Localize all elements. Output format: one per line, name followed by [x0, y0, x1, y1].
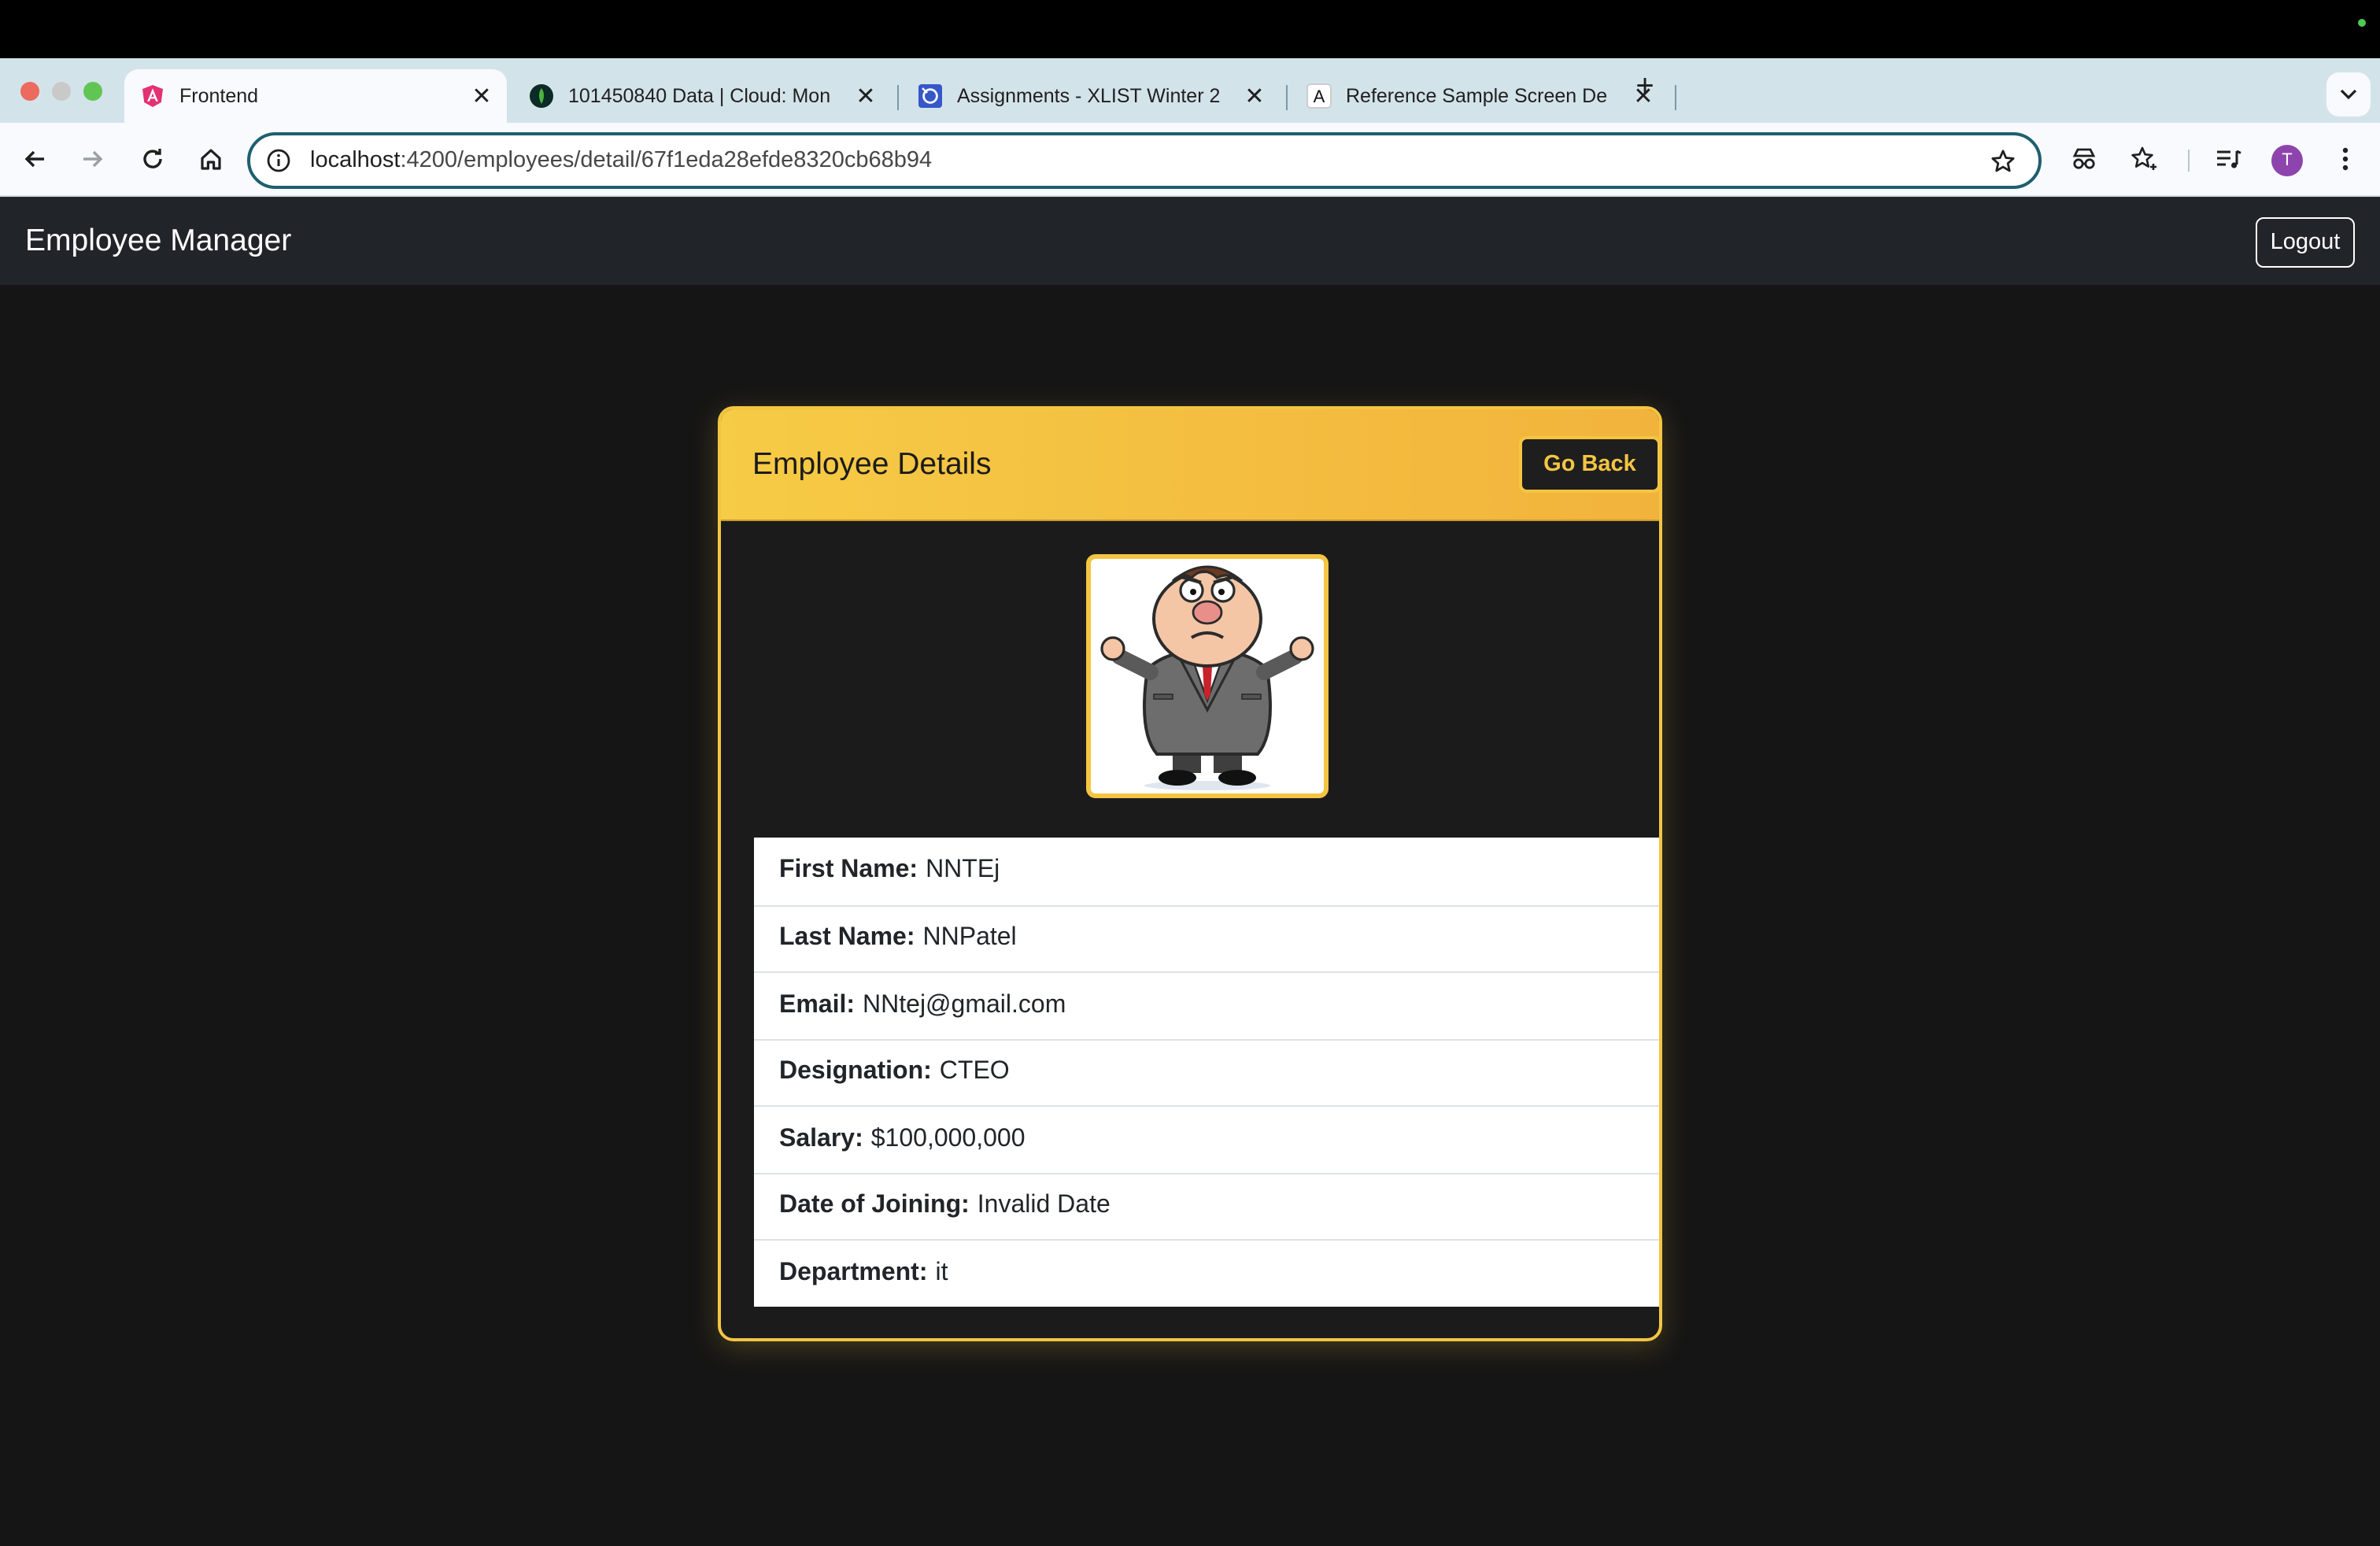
toolbar-divider	[2188, 150, 2190, 172]
detail-value: CTEO	[939, 1058, 1010, 1086]
close-tab-icon[interactable]: ✕	[466, 82, 497, 110]
detail-designation: Designation: CTEO	[754, 1038, 1659, 1105]
svg-text:A: A	[1314, 87, 1325, 106]
employee-photo	[1086, 554, 1329, 798]
detail-date-of-joining: Date of Joining: Invalid Date	[754, 1172, 1659, 1239]
detail-department: Department: it	[754, 1239, 1659, 1306]
app-navbar: Employee Manager Logout	[0, 197, 2380, 285]
employee-detail-list: First Name: NNTEj Last Name: NNPatel Ema…	[754, 838, 1659, 1306]
employee-details-card: Employee Details Go Back First Name: NNT…	[718, 406, 1662, 1341]
tab-title: 101450840 Data | Cloud: Mon	[568, 85, 831, 107]
app-brand[interactable]: Employee Manager	[25, 224, 291, 260]
back-button[interactable]	[16, 140, 54, 178]
tab-frontend[interactable]: Frontend ✕	[124, 69, 507, 123]
mongodb-leaf-icon	[529, 83, 554, 109]
tab-mongodb[interactable]: 101450840 Data | Cloud: Mon ✕	[513, 69, 891, 123]
media-controls-button[interactable]	[2210, 140, 2248, 178]
window-zoom-button[interactable]	[83, 82, 102, 101]
tab-separator	[897, 85, 899, 110]
angular-icon	[140, 83, 165, 109]
tab-title: Assignments - XLIST Winter 2	[957, 85, 1221, 107]
home-button[interactable]	[192, 140, 230, 178]
forward-button[interactable]	[74, 140, 112, 178]
tab-assignments[interactable]: Assignments - XLIST Winter 2 ✕	[902, 69, 1280, 123]
url-host: localhost	[310, 148, 401, 173]
arrow-left-icon	[24, 150, 44, 168]
detail-label: Last Name:	[779, 924, 915, 952]
close-tab-icon[interactable]: ✕	[850, 82, 881, 110]
card-title: Employee Details	[752, 447, 992, 482]
detail-value: Invalid Date	[977, 1192, 1111, 1219]
card-header: Employee Details Go Back	[721, 409, 1659, 521]
bookmarks-button[interactable]	[2125, 140, 2163, 178]
go-back-button[interactable]: Go Back	[1519, 436, 1659, 493]
playlist-icon	[2217, 150, 2241, 168]
reload-button[interactable]	[134, 140, 172, 178]
detail-email: Email: NNtej@gmail.com	[754, 971, 1659, 1038]
logout-button[interactable]: Logout	[2256, 217, 2355, 268]
new-tab-icon[interactable]: +	[1629, 69, 1661, 105]
detail-value: it	[935, 1259, 948, 1286]
detail-label: Designation:	[779, 1058, 932, 1086]
incognito-extension-button[interactable]	[2065, 140, 2103, 178]
address-bar[interactable]: localhost:4200/employees/detail/67f1eda2…	[247, 132, 2042, 189]
reload-icon	[143, 149, 162, 168]
detail-label: Salary:	[779, 1125, 863, 1152]
tab-strip: Frontend ✕ 101450840 Data | Cloud: Mon ✕…	[0, 58, 2380, 123]
browser-toolbar: localhost:4200/employees/detail/67f1eda2…	[0, 123, 2380, 197]
tab-title: Reference Sample Screen De	[1346, 85, 1608, 107]
detail-label: Department:	[779, 1259, 928, 1286]
url-text: localhost:4200/employees/detail/67f1eda2…	[310, 148, 932, 173]
detail-label: Email:	[779, 991, 856, 1019]
arrow-right-icon	[83, 150, 103, 168]
recording-indicator	[2358, 19, 2366, 27]
page-content: Employee Manager Logout Employee Details…	[0, 197, 2380, 1546]
angry-businessman-illustration	[1100, 565, 1314, 790]
detail-value: NNTEj	[926, 856, 1000, 884]
home-icon	[201, 149, 221, 170]
detail-value: $100,000,000	[870, 1125, 1026, 1152]
tab-separator	[1286, 85, 1288, 110]
detail-salary: Salary: $100,000,000	[754, 1105, 1659, 1172]
window-close-button[interactable]	[20, 82, 39, 101]
system-top-bar	[0, 0, 2380, 58]
tab-reference[interactable]: A Reference Sample Screen De ✕	[1291, 69, 1669, 123]
spy-glasses-icon	[2072, 148, 2096, 169]
tab-title: Frontend	[179, 85, 259, 107]
letter-a-icon: A	[1306, 83, 1332, 109]
detail-value: NNPatel	[922, 924, 1017, 952]
detail-last-name: Last Name: NNPatel	[754, 904, 1659, 971]
close-tab-icon[interactable]: ✕	[1239, 82, 1270, 110]
detail-first-name: First Name: NNTEj	[754, 838, 1659, 904]
url-path: :4200/employees/detail/67f1eda28efde8320…	[400, 148, 933, 173]
tab-search-button[interactable]	[2326, 72, 2371, 117]
detail-value: NNtej@gmail.com	[863, 991, 1066, 1019]
chevron-down-icon	[2340, 89, 2357, 100]
profile-avatar[interactable]: T	[2271, 145, 2303, 176]
site-info-icon[interactable]	[266, 148, 291, 173]
browser-menu-button[interactable]	[2326, 140, 2364, 178]
kebab-menu-icon	[2342, 147, 2349, 171]
star-list-icon	[2131, 146, 2156, 170]
window-minimize-button[interactable]	[52, 82, 71, 101]
detail-label: Date of Joining:	[779, 1192, 970, 1219]
course-site-icon	[918, 83, 943, 109]
tab-separator	[1675, 85, 1676, 110]
detail-label: First Name:	[779, 856, 918, 884]
bookmark-star-icon[interactable]	[1990, 148, 2016, 175]
